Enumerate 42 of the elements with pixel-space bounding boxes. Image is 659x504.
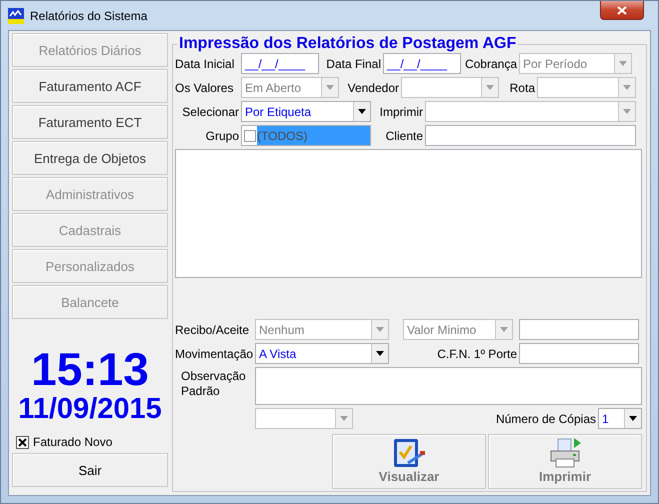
field-label: Cliente [384,128,424,142]
clock-date: 11/09/2015 [18,393,162,425]
value-field[interactable] [519,319,639,340]
dropdown[interactable]: A Vista [255,343,389,364]
cfn-field[interactable] [519,343,639,364]
field-label: Selecionar [181,104,240,118]
field-label: Data Inicial [175,56,236,70]
date-field[interactable]: __/__/____ [383,53,461,74]
menu-button[interactable]: Faturamento ECT [12,105,168,139]
dropdown[interactable]: 1 [598,408,642,429]
field-label: Cobrança [464,56,518,70]
menu-button[interactable]: Entrega de Objetos [12,141,168,175]
field-label: Observação Padrão [180,368,247,399]
close-button[interactable] [600,1,644,20]
client-field[interactable] [425,125,636,146]
checkbox-label: Faturado Novo [33,435,112,449]
clock-time: 15:13 [31,345,149,393]
field-label: Número de Cópias [494,412,597,426]
date-field[interactable]: __/__/____ [241,53,319,74]
window-title: Relatórios do Sistema [30,8,148,22]
field-label: Os Valores [175,80,234,94]
checkbox[interactable] [16,436,29,448]
close-icon [617,6,627,14]
panel-title: Impressão dos Relatórios de Postagem AGF [178,35,518,53]
notes-field[interactable] [255,367,642,405]
field-label: Imprimir [378,104,424,118]
checkbox[interactable] [244,130,256,142]
field-label: Grupo [204,128,240,142]
field-label: Recibo/Aceite [175,322,250,336]
field-label: Vendedor [346,80,400,94]
field-label: Data Final [325,56,382,70]
group-field[interactable]: (TODOS) [241,125,371,146]
field-label: Rota [508,80,536,94]
checklist-icon [392,437,426,469]
group-option[interactable]: (TODOS) [257,126,370,145]
field-label: Movimentação [175,346,254,360]
field-label: C.F.N. 1º Porte [436,346,518,360]
app-icon [8,8,24,24]
exit-button[interactable]: Sair [12,453,168,487]
printer-icon [548,437,582,469]
dropdown[interactable]: Por Etiqueta [241,101,371,122]
menu-button[interactable]: Faturamento ACF [12,69,168,103]
